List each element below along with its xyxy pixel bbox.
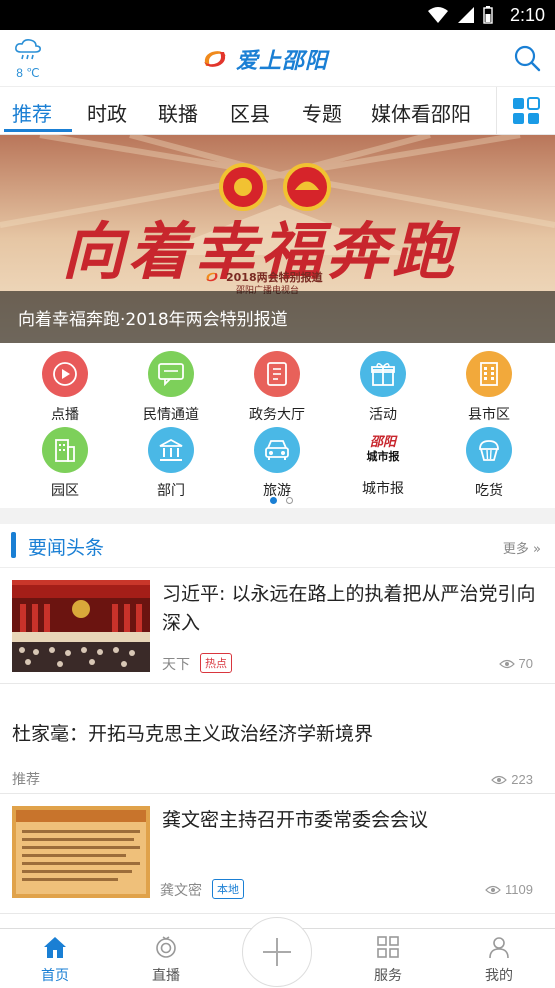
tab-districts[interactable]: 区县 [230, 98, 270, 127]
news-title: 杜家毫：开拓马克思主义政治经济学新境界 [12, 723, 374, 745]
tab-media[interactable]: 媒体看邵阳 [371, 98, 471, 127]
signal-icon [458, 7, 474, 23]
news-meta: 龚文密 本地 [160, 879, 244, 900]
headlines-section-header: 要闻头条 更多 » [0, 524, 555, 568]
section-accent-bar [11, 532, 16, 558]
view-count: 1109 [485, 882, 533, 897]
tab-broadcast[interactable]: 联播 [158, 98, 198, 127]
news-source: 龚文密 [160, 883, 202, 899]
logo-text: 爱上邵阳 [236, 48, 329, 74]
category-tabs: 推荐 时政 联播 区县 专题 媒体看邵阳 [0, 87, 555, 135]
status-icons [427, 6, 493, 24]
tab-topics[interactable]: 专题 [302, 98, 342, 127]
section-title: 要闻头条 [28, 537, 105, 559]
tab-recommend[interactable]: 推荐 [12, 98, 52, 127]
banner-carousel[interactable]: 向着幸福奔跑 2018两会特别报道 邵阳广播电视台 向着幸福奔跑·2018年两会… [0, 135, 555, 343]
news-thumbnail [12, 580, 150, 672]
channel-manager-button[interactable] [512, 97, 540, 125]
local-tag: 本地 [212, 879, 244, 899]
banner-caption-bar: 向着幸福奔跑·2018年两会特别报道 [0, 291, 555, 343]
nav-home[interactable]: 首页 [20, 935, 90, 985]
more-link[interactable]: 更多 » [503, 538, 541, 557]
nav-services[interactable]: 服务 [353, 935, 423, 985]
cupcake-icon [466, 427, 512, 473]
eye-icon [491, 775, 508, 784]
weather-widget[interactable]: 8 ℃ [10, 38, 46, 80]
app-header: 8 ℃ 爱上邵阳 [0, 30, 555, 87]
logo-swirl-icon [204, 51, 226, 67]
plus-icon [263, 938, 291, 966]
document-icon [254, 351, 300, 397]
quick-item-public-channel[interactable]: 民情通道 [126, 351, 216, 424]
nav-me[interactable]: 我的 [464, 935, 534, 985]
quick-item-departments[interactable]: 部门 [126, 427, 216, 500]
battery-icon [483, 6, 493, 24]
clock: 2:10 [509, 5, 545, 25]
search-icon [514, 45, 541, 72]
status-bar: 2:10 [0, 0, 555, 30]
temperature: 8 ℃ [16, 66, 40, 80]
quick-item-parks[interactable]: 园区 [20, 427, 110, 500]
eye-icon [498, 659, 515, 668]
news-item[interactable]: 习近平: 以永远在路上的执着把从严治党引向深入 天下 热点 70 [0, 568, 555, 684]
view-count: 223 [491, 772, 533, 787]
user-icon [489, 937, 509, 959]
active-tab-indicator [4, 129, 72, 132]
news-thumbnail [12, 806, 150, 898]
quick-item-events[interactable]: 活动 [338, 351, 428, 424]
chat-icon [148, 351, 194, 397]
logo-swirl-icon [206, 272, 218, 282]
play-circle-icon [42, 351, 88, 397]
quick-item-government-hall[interactable]: 政务大厅 [232, 351, 322, 424]
tab-politics[interactable]: 时政 [87, 98, 127, 127]
app-logo: 爱上邵阳 [200, 41, 328, 77]
news-title: 习近平: 以永远在路上的执着把从严治党引向深入 [162, 583, 536, 634]
wifi-icon [428, 7, 448, 23]
hot-tag: 热点 [200, 653, 232, 673]
quick-item-counties[interactable]: 县市区 [444, 351, 534, 424]
bottom-navigation: 首页 直播 服务 我的 [0, 917, 555, 988]
news-meta: 天下 热点 [162, 653, 232, 674]
tabs-separator [496, 87, 497, 135]
quick-item-vod[interactable]: 点播 [20, 351, 110, 424]
grid-icon [377, 936, 399, 958]
gift-icon [360, 351, 406, 397]
eye-icon [485, 885, 501, 894]
view-count: 70 [498, 656, 533, 671]
news-source: 天下 [162, 657, 190, 673]
pager-dot[interactable] [286, 497, 293, 504]
search-button[interactable] [513, 44, 541, 72]
office-icon [42, 427, 88, 473]
cloud-rain-icon [15, 39, 41, 60]
pager-dot-active[interactable] [270, 497, 277, 504]
live-icon [156, 936, 176, 958]
newspaper-logo-icon: 邵阳 城市报 [361, 427, 405, 471]
home-icon [44, 937, 66, 958]
section-divider [0, 508, 555, 524]
grid-menu-icon [513, 97, 540, 124]
bank-icon [148, 427, 194, 473]
quick-item-city-paper[interactable]: 邵阳 城市报 城市报 [338, 427, 428, 498]
carousel-pager [270, 497, 293, 504]
building-icon [466, 351, 512, 397]
banner-caption[interactable]: 向着幸福奔跑·2018年两会特别报道 [18, 305, 288, 330]
add-button[interactable] [242, 917, 312, 987]
news-item[interactable]: 杜家毫：开拓马克思主义政治经济学新境界 推荐 223 [0, 684, 555, 794]
quick-access-grid: 点播 民情通道 政务大厅 活动 县市区 园区 部门 旅游 邵阳 城市报 城市报 … [0, 343, 555, 508]
nav-live[interactable]: 直播 [131, 935, 201, 985]
news-title: 龚文密主持召开市委常委会会议 [162, 809, 429, 831]
car-icon [254, 427, 300, 473]
news-source: 推荐 [12, 772, 40, 788]
quick-item-food[interactable]: 吃货 [444, 427, 534, 500]
quick-item-tourism[interactable]: 旅游 [232, 427, 322, 500]
news-item[interactable]: 龚文密主持召开市委常委会会议 龚文密 本地 1109 [0, 794, 555, 914]
